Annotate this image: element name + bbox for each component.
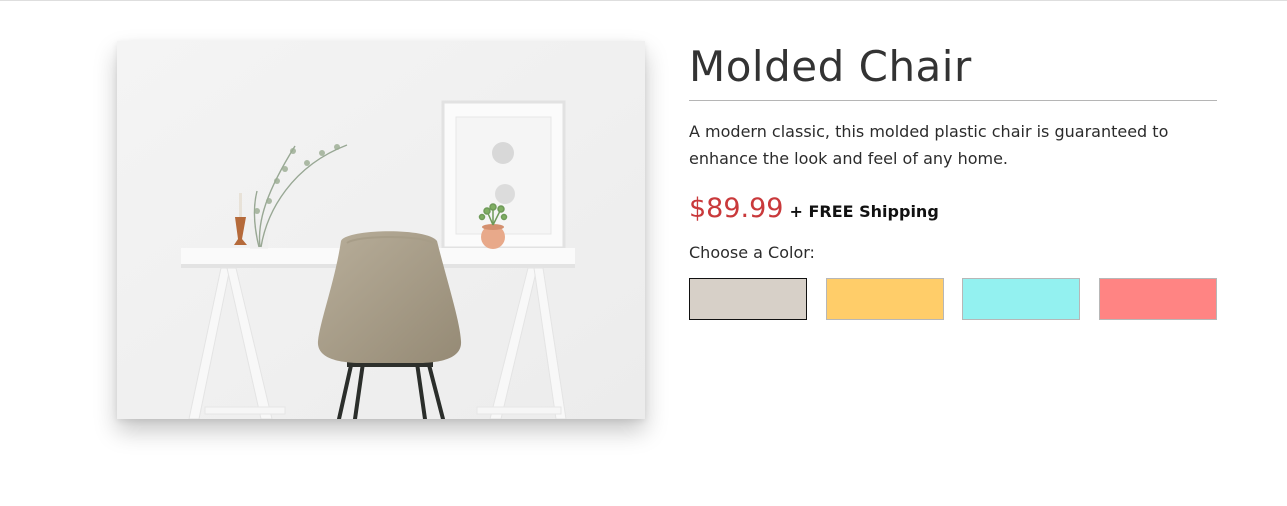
color-swatch-yellow[interactable]	[825, 278, 944, 320]
product-image	[117, 41, 645, 419]
shipping-note: + FREE Shipping	[789, 202, 939, 221]
color-swatches	[689, 278, 1217, 320]
color-swatch-aqua[interactable]	[962, 278, 1081, 320]
product-title: Molded Chair	[689, 42, 972, 91]
product-details: Molded Chair A modern classic, this mold…	[689, 40, 1217, 320]
picture-frame	[441, 100, 566, 250]
color-label: Choose a Color:	[689, 243, 815, 262]
top-border	[0, 0, 1287, 1]
product-price: $89.99	[689, 193, 784, 224]
color-swatch-coral[interactable]	[1098, 278, 1217, 320]
title-divider	[689, 100, 1217, 101]
color-swatch-taupe[interactable]	[689, 278, 807, 320]
price-row: $89.99 + FREE Shipping	[689, 192, 1217, 226]
product-photo	[117, 41, 645, 419]
product-description: A modern classic, this molded plastic ch…	[689, 122, 1169, 168]
